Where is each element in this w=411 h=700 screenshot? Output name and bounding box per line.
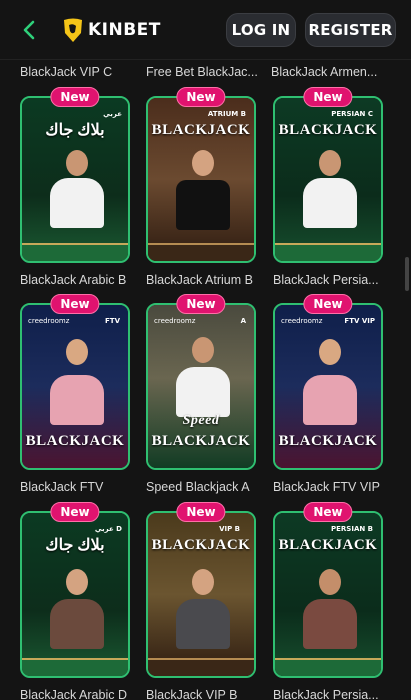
game-label[interactable]: BlackJack Atrium B xyxy=(146,273,264,287)
previous-row-labels: BlackJack VIP C Free Bet BlackJac... Bla… xyxy=(0,65,411,83)
table-tag: PERSIAN C xyxy=(331,110,373,118)
game-label[interactable]: Speed Blackjack A xyxy=(146,480,264,494)
provider-tag: creedroomz xyxy=(281,317,323,325)
table-tag: ATRIUM B xyxy=(207,110,246,118)
game-title-art: بلاك جاك xyxy=(45,122,105,139)
table-tag: VIP B xyxy=(219,525,240,533)
table-tag: عربي D xyxy=(94,525,122,533)
game-tile[interactable]: creedroomz FTV VIP BLACKJACK New BlackJa… xyxy=(273,294,383,494)
game-label[interactable]: BlackJack Armen... xyxy=(271,65,387,79)
dealer-figure xyxy=(297,335,363,435)
new-badge: New xyxy=(303,87,353,107)
game-grid: BlackJack VIP C Free Bet BlackJac... Bla… xyxy=(0,61,411,700)
dealer-figure xyxy=(44,146,110,246)
game-thumbnail[interactable]: عربي D بلاك جاك xyxy=(20,511,130,678)
login-button[interactable]: LOG IN xyxy=(226,13,296,47)
game-tile[interactable]: ATRIUM B BLACKJACK New BlackJack Atrium … xyxy=(146,87,256,287)
table-tag: PERSIAN B xyxy=(331,525,373,533)
game-title-art: بلاك جاك xyxy=(45,537,105,554)
provider-tag: creedroomz xyxy=(154,317,196,325)
game-subtitle-art: Speed xyxy=(182,413,220,428)
new-badge: New xyxy=(303,294,353,314)
new-badge: New xyxy=(303,502,353,522)
game-label[interactable]: BlackJack VIP B xyxy=(146,688,264,700)
game-label[interactable]: Free Bet BlackJac... xyxy=(146,65,262,79)
dealer-figure xyxy=(170,565,236,665)
game-title-art: BLACKJACK xyxy=(25,433,125,449)
game-tile[interactable]: عربي بلاك جاك New BlackJack Arabic B xyxy=(20,87,130,287)
register-button[interactable]: REGISTER xyxy=(305,13,396,47)
dealer-figure xyxy=(44,335,110,435)
scrollbar[interactable] xyxy=(405,257,409,291)
brand-logo[interactable]: KINBET xyxy=(62,16,161,44)
brand-name: KINBET xyxy=(88,20,161,40)
game-tile[interactable]: VIP B BLACKJACK New BlackJack VIP B xyxy=(146,502,256,700)
dealer-figure xyxy=(170,146,236,246)
game-title-art: BLACKJACK xyxy=(278,433,378,449)
game-label[interactable]: BlackJack VIP C xyxy=(20,65,136,79)
dealer-figure xyxy=(297,565,363,665)
game-label[interactable]: BlackJack FTV VIP xyxy=(273,480,391,494)
top-bar: KINBET LOG IN REGISTER xyxy=(0,0,411,60)
dealer-figure xyxy=(44,565,110,665)
new-badge: New xyxy=(176,87,226,107)
game-thumbnail[interactable]: creedroomz FTV BLACKJACK xyxy=(20,303,130,470)
game-tile[interactable]: creedroomz A Speed BLACKJACK New Speed B… xyxy=(146,294,256,494)
game-thumbnail[interactable]: VIP B BLACKJACK xyxy=(146,511,256,678)
dealer-figure xyxy=(297,146,363,246)
game-label[interactable]: BlackJack Persia... xyxy=(273,273,391,287)
game-label[interactable]: BlackJack FTV xyxy=(20,480,138,494)
game-label[interactable]: BlackJack Persia... xyxy=(273,688,391,700)
game-label[interactable]: BlackJack Arabic B xyxy=(20,273,138,287)
game-tile[interactable]: creedroomz FTV BLACKJACK New BlackJack F… xyxy=(20,294,130,494)
game-thumbnail[interactable]: creedroomz FTV VIP BLACKJACK xyxy=(273,303,383,470)
game-tile[interactable]: عربي D بلاك جاك New BlackJack Arabic D xyxy=(20,502,130,700)
game-label[interactable]: BlackJack Arabic D xyxy=(20,688,138,700)
shield-lion-icon xyxy=(64,18,82,42)
new-badge: New xyxy=(50,294,100,314)
game-title-art: BLACKJACK xyxy=(278,122,378,138)
table-tag: عربي xyxy=(103,110,122,118)
game-title-art: BLACKJACK xyxy=(151,433,251,449)
game-title-art: BLACKJACK xyxy=(151,537,251,553)
table-tag: FTV VIP xyxy=(344,317,375,325)
table-tag: FTV xyxy=(105,317,120,325)
game-tile[interactable]: PERSIAN C BLACKJACK New BlackJack Persia… xyxy=(273,87,383,287)
game-thumbnail[interactable]: عربي بلاك جاك xyxy=(20,96,130,263)
new-badge: New xyxy=(176,294,226,314)
game-title-art: BLACKJACK xyxy=(278,537,378,553)
new-badge: New xyxy=(50,87,100,107)
game-thumbnail[interactable]: PERSIAN C BLACKJACK xyxy=(273,96,383,263)
game-thumbnail[interactable]: ATRIUM B BLACKJACK xyxy=(146,96,256,263)
table-tag: A xyxy=(240,317,246,325)
provider-tag: creedroomz xyxy=(28,317,70,325)
dealer-figure xyxy=(170,333,236,423)
game-tile[interactable]: PERSIAN B BLACKJACK New BlackJack Persia… xyxy=(273,502,383,700)
game-thumbnail[interactable]: creedroomz A Speed BLACKJACK xyxy=(146,303,256,470)
game-thumbnail[interactable]: PERSIAN B BLACKJACK xyxy=(273,511,383,678)
back-arrow-icon[interactable] xyxy=(18,18,42,42)
new-badge: New xyxy=(176,502,226,522)
game-title-art: BLACKJACK xyxy=(151,122,251,138)
new-badge: New xyxy=(50,502,100,522)
